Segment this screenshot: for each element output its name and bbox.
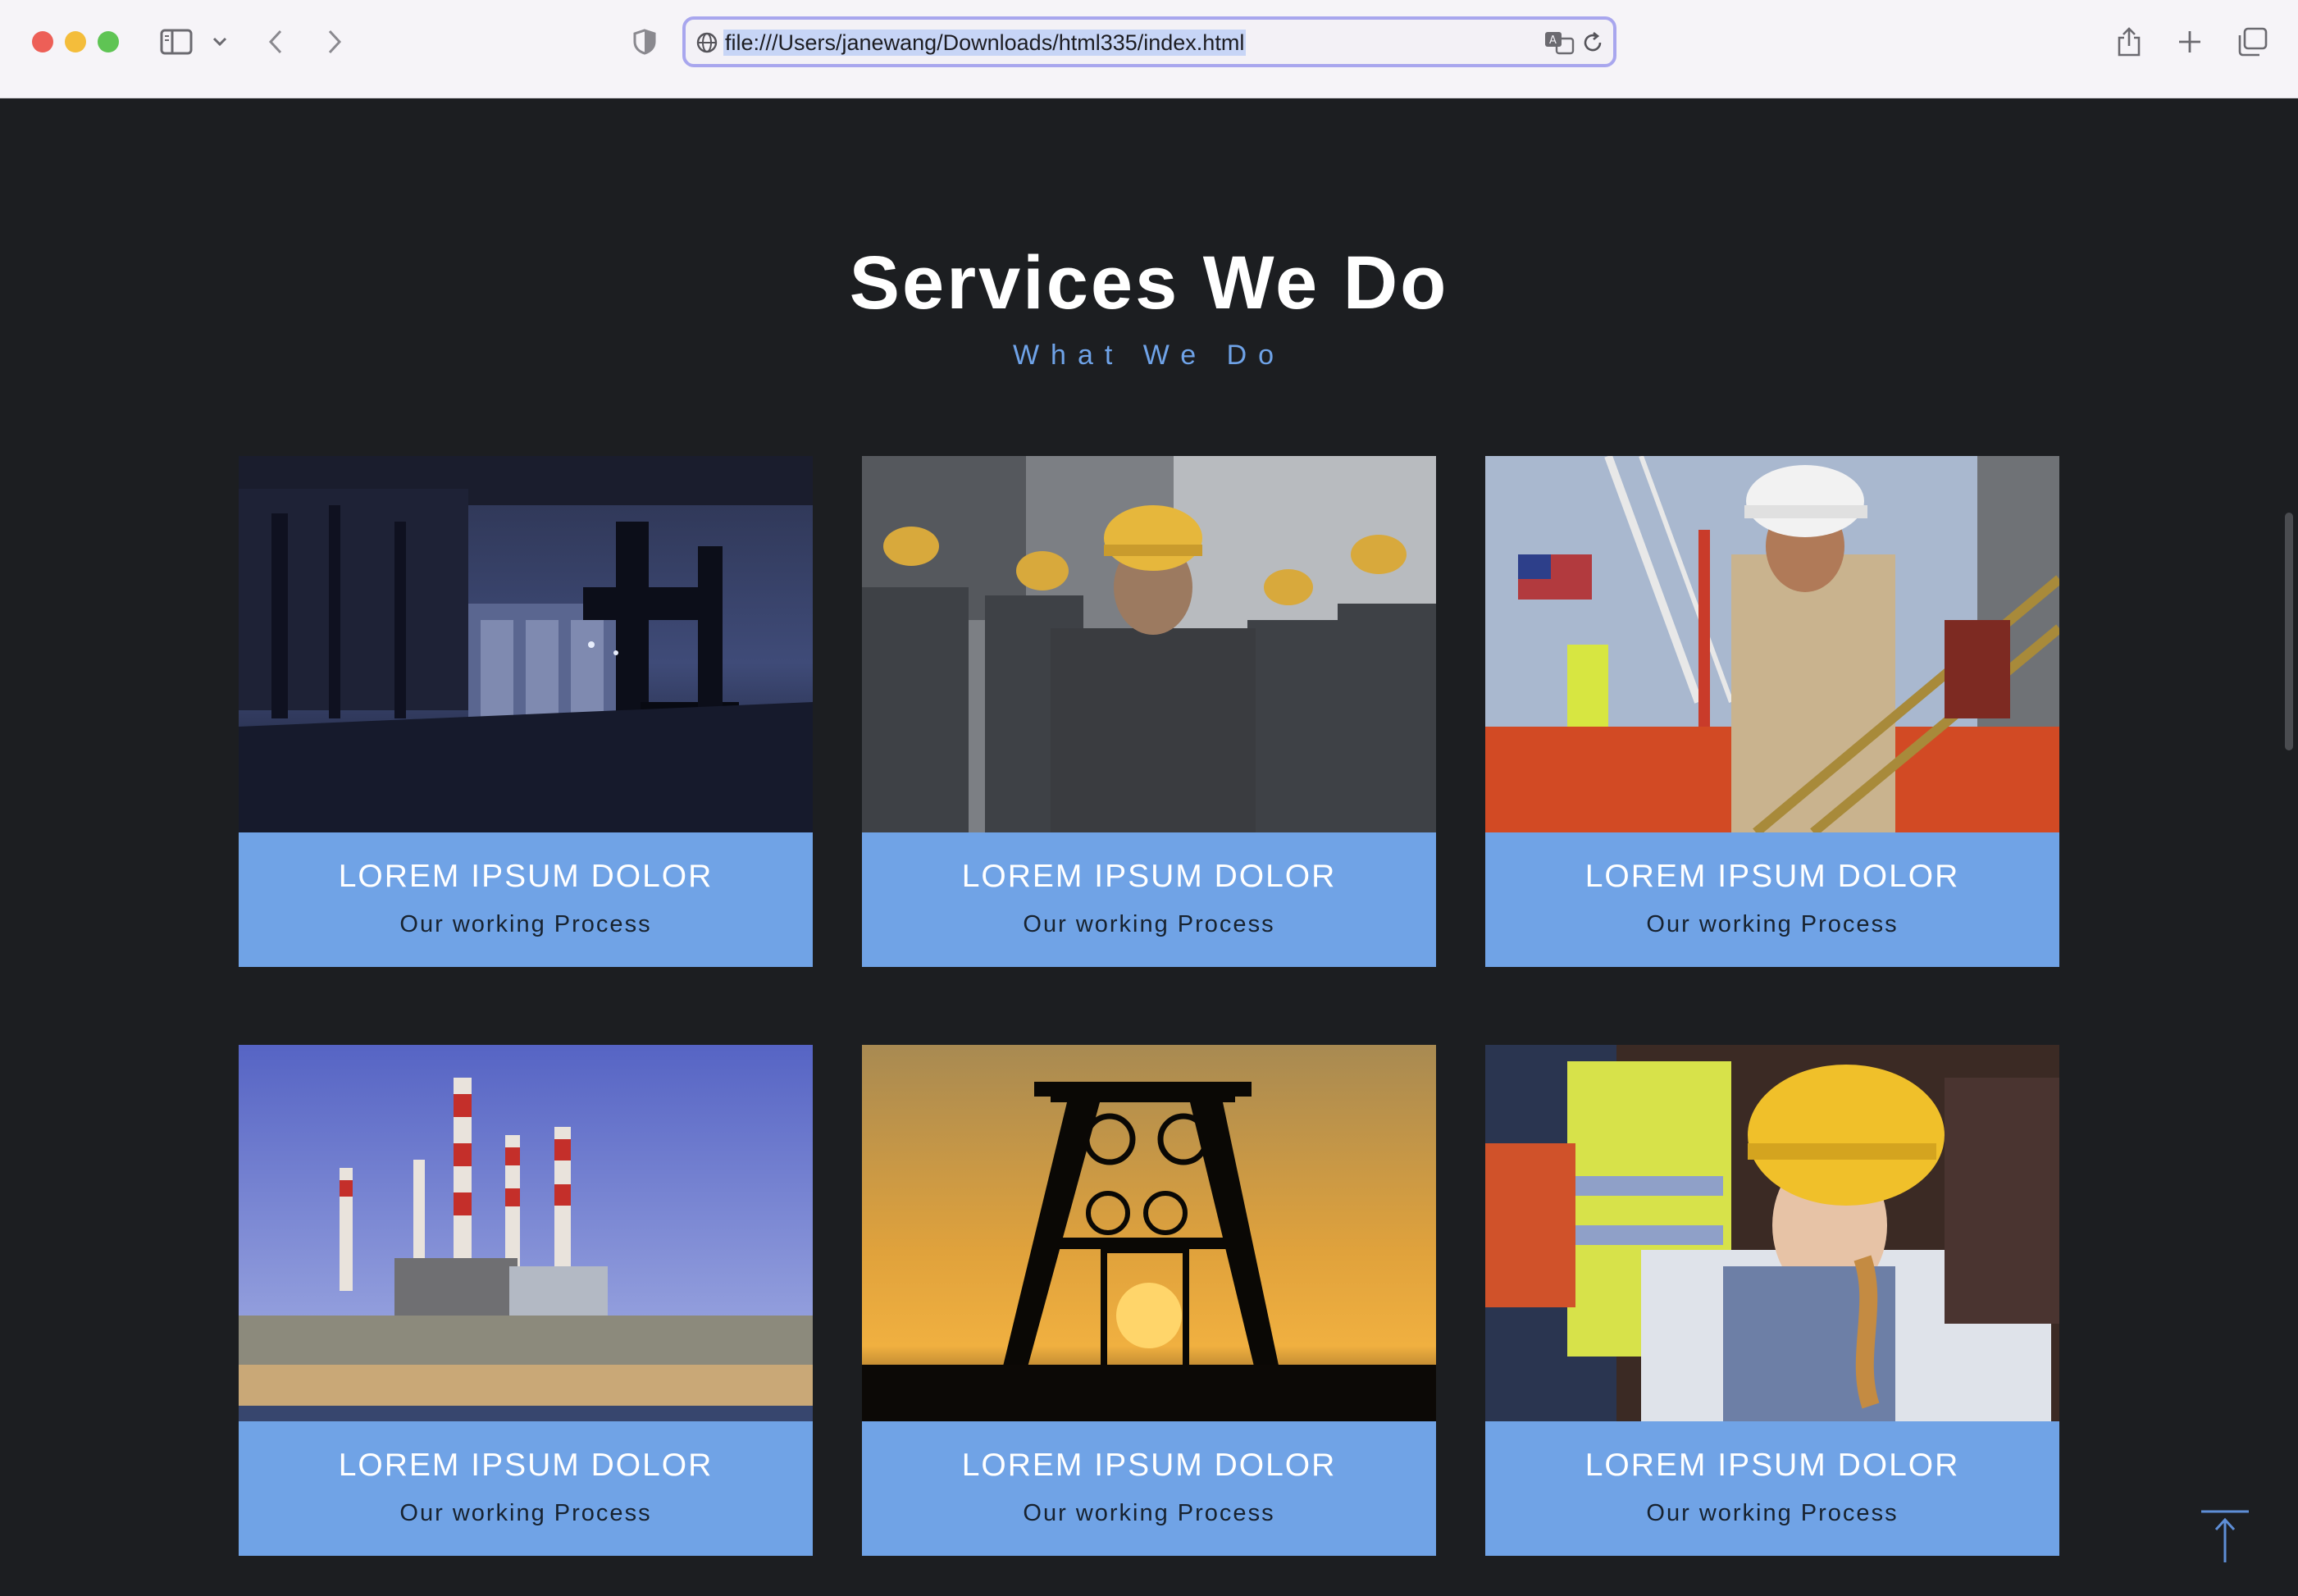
service-image-worker-chains xyxy=(1485,456,2059,832)
service-card-subtitle: Our working Process xyxy=(1646,911,1899,937)
sidebar-icon xyxy=(160,29,193,55)
service-card[interactable]: LOREM IPSUM DOLOR Our working Process xyxy=(862,1045,1436,1556)
arrow-up-icon xyxy=(2201,1510,2249,1562)
service-card-title: LOREM IPSUM DOLOR xyxy=(961,1448,1337,1483)
service-card-subtitle: Our working Process xyxy=(1023,1500,1275,1526)
section-title: Services We Do xyxy=(849,241,1449,325)
sidebar-menu-button[interactable] xyxy=(208,21,231,62)
service-card-caption: LOREM IPSUM DOLOR Our working Process xyxy=(862,1421,1436,1556)
back-button[interactable] xyxy=(261,21,290,62)
page-content: Services We Do What We Do LOREM IPSUM DO… xyxy=(0,99,2298,1596)
service-image-industrial-facility xyxy=(239,456,813,832)
back-icon xyxy=(268,30,282,54)
tab-overview-button[interactable] xyxy=(2234,21,2270,62)
privacy-report-button[interactable] xyxy=(630,21,659,62)
address-bar[interactable]: file:///Users/janewang/Downloads/html335… xyxy=(682,16,1616,67)
service-card-caption: LOREM IPSUM DOLOR Our working Process xyxy=(1485,832,2059,967)
url-text[interactable]: file:///Users/janewang/Downloads/html335… xyxy=(723,30,1247,56)
service-card[interactable]: LOREM IPSUM DOLOR Our working Process xyxy=(1485,1045,2059,1556)
reload-icon[interactable] xyxy=(1581,31,1604,54)
service-card-subtitle: Our working Process xyxy=(399,911,652,937)
new-tab-button[interactable] xyxy=(2173,21,2206,62)
scroll-to-top-button[interactable] xyxy=(2198,1508,2252,1564)
share-icon xyxy=(2118,27,2141,57)
service-image-woman-engineer xyxy=(1485,1045,2059,1421)
service-card-subtitle: Our working Process xyxy=(1646,1500,1899,1526)
svg-text:A: A xyxy=(1549,34,1557,47)
service-card[interactable]: LOREM IPSUM DOLOR Our working Process xyxy=(1485,456,2059,967)
minimize-window-button[interactable] xyxy=(65,31,86,52)
translate-icon[interactable]: A xyxy=(1543,30,1576,56)
tab-overview-icon xyxy=(2238,27,2268,57)
share-button[interactable] xyxy=(2113,21,2145,62)
new-tab-icon xyxy=(2179,31,2200,52)
page-scrollbar-thumb[interactable] xyxy=(2285,513,2293,750)
service-card-title: LOREM IPSUM DOLOR xyxy=(338,859,714,894)
shield-icon xyxy=(633,29,656,55)
service-card-title: LOREM IPSUM DOLOR xyxy=(338,1448,714,1483)
service-image-workers xyxy=(862,456,1436,832)
chevron-down-icon xyxy=(212,37,227,47)
service-card-subtitle: Our working Process xyxy=(399,1500,652,1526)
service-card-caption: LOREM IPSUM DOLOR Our working Process xyxy=(239,1421,813,1556)
section-subtitle: What We Do xyxy=(1012,340,1286,371)
service-card-caption: LOREM IPSUM DOLOR Our working Process xyxy=(239,832,813,967)
browser-toolbar: file:///Users/janewang/Downloads/html335… xyxy=(0,0,2298,98)
service-card-subtitle: Our working Process xyxy=(1023,911,1275,937)
service-card[interactable]: LOREM IPSUM DOLOR Our working Process xyxy=(239,456,813,967)
service-card-title: LOREM IPSUM DOLOR xyxy=(961,859,1337,894)
forward-button[interactable] xyxy=(320,21,349,62)
close-window-button[interactable] xyxy=(32,31,53,52)
service-card[interactable]: LOREM IPSUM DOLOR Our working Process xyxy=(862,456,1436,967)
service-image-power-plant xyxy=(239,1045,813,1421)
service-card-title: LOREM IPSUM DOLOR xyxy=(1584,1448,1960,1483)
service-card[interactable]: LOREM IPSUM DOLOR Our working Process xyxy=(239,1045,813,1556)
sidebar-toggle-button[interactable] xyxy=(156,21,197,62)
service-card-title: LOREM IPSUM DOLOR xyxy=(1584,859,1960,894)
forward-icon xyxy=(328,30,342,54)
service-card-caption: LOREM IPSUM DOLOR Our working Process xyxy=(862,832,1436,967)
service-image-mine-headframe xyxy=(862,1045,1436,1421)
zoom-window-button[interactable] xyxy=(98,31,119,52)
globe-icon xyxy=(696,32,718,53)
service-card-caption: LOREM IPSUM DOLOR Our working Process xyxy=(1485,1421,2059,1556)
